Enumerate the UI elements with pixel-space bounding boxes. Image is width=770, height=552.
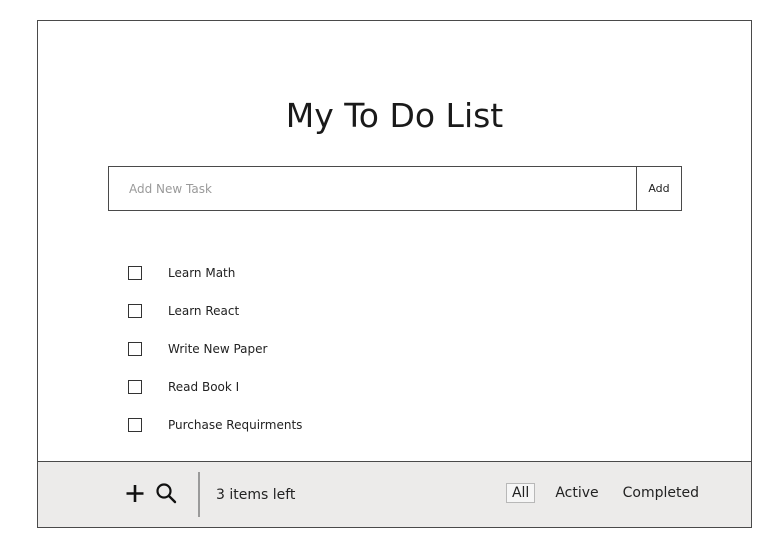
task-checkbox[interactable]	[128, 380, 142, 394]
footer-divider	[198, 472, 200, 517]
add-task-input[interactable]	[109, 167, 636, 210]
add-task-button[interactable]: Add	[636, 167, 681, 210]
task-label: Purchase Requirments	[168, 418, 303, 432]
filter-completed[interactable]: Completed	[619, 483, 703, 503]
task-label: Learn Math	[168, 266, 236, 280]
task-item[interactable]: Learn React	[128, 292, 302, 330]
add-task-bar: Add	[108, 166, 682, 211]
items-left-count: 3 items left	[216, 487, 296, 503]
page-title: My To Do List	[285, 96, 504, 135]
task-item[interactable]: Learn Math	[128, 254, 302, 292]
task-list: Learn Math Learn React Write New Paper R…	[128, 254, 302, 444]
filter-group: All Active Completed	[505, 483, 703, 503]
filter-active[interactable]: Active	[551, 483, 602, 503]
plus-icon[interactable]	[122, 480, 148, 506]
footer-bar: 3 items left All Active Completed	[38, 461, 751, 527]
task-label: Read Book I	[168, 380, 240, 394]
task-label: Learn React	[168, 304, 240, 318]
task-checkbox[interactable]	[128, 304, 142, 318]
task-checkbox[interactable]	[128, 342, 142, 356]
task-label: Write New Paper	[168, 342, 268, 356]
task-checkbox[interactable]	[128, 418, 142, 432]
task-checkbox[interactable]	[128, 266, 142, 280]
search-icon[interactable]	[153, 480, 179, 506]
task-item[interactable]: Write New Paper	[128, 330, 302, 368]
todo-app: My To Do List Add Learn Math Learn React…	[37, 20, 752, 528]
task-item[interactable]: Read Book I	[128, 368, 302, 406]
filter-all[interactable]: All	[505, 483, 536, 503]
task-item[interactable]: Purchase Requirments	[128, 406, 302, 444]
